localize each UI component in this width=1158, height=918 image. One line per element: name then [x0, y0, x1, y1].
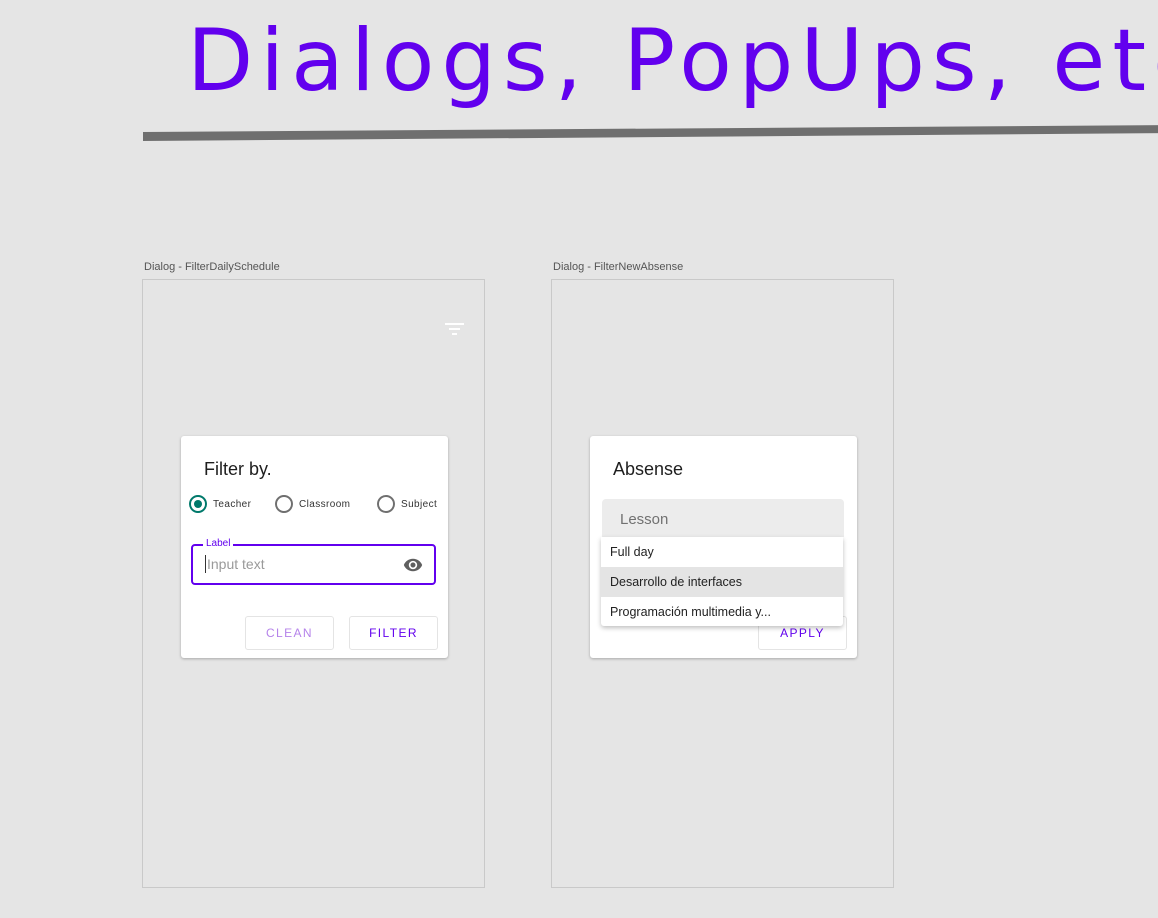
filter-button[interactable]: FILTER — [349, 616, 438, 650]
text-field[interactable]: Label Input text — [191, 537, 436, 585]
filter-radio-group: Teacher Classroom Subject — [189, 494, 444, 514]
radio-label: Subject — [401, 498, 438, 510]
frame-label-filter-new-absense: Dialog - FilterNewAbsense — [553, 261, 684, 273]
text-field-label: Label — [203, 537, 234, 551]
radio-unchecked-icon — [275, 495, 293, 513]
radio-checked-icon — [189, 495, 207, 513]
dropdown-item-full-day[interactable]: Full day — [601, 537, 843, 567]
dropdown-item-programacion-multimedia[interactable]: Programación multimedia y... — [601, 597, 843, 626]
filter-list-icon[interactable] — [445, 322, 464, 336]
clean-button[interactable]: CLEAN — [245, 616, 334, 650]
dialog-title: Filter by. — [204, 459, 272, 479]
radio-label: Teacher — [213, 498, 252, 510]
dropdown-item-desarrollo-de-interfaces[interactable]: Desarrollo de interfaces — [601, 567, 843, 597]
lesson-select[interactable]: Lesson — [602, 499, 844, 537]
dialog-title: Absense — [613, 459, 684, 479]
radio-unchecked-icon — [377, 495, 395, 513]
filter-dialog: Filter by. Teacher Classroom Subject Lab… — [181, 436, 448, 658]
page-title: Dialogs, PopUps, etc — [187, 11, 1158, 111]
title-divider — [143, 125, 1158, 141]
select-placeholder: Lesson — [620, 511, 669, 528]
lesson-dropdown-menu: Full day Desarrollo de interfaces Progra… — [601, 537, 843, 626]
text-field-input[interactable]: Input text — [205, 555, 265, 573]
frame-label-filter-daily-schedule: Dialog - FilterDailySchedule — [144, 261, 280, 273]
absense-dialog: Absense Lesson APPLY Full day Desarrollo… — [590, 436, 857, 658]
radio-label: Classroom — [299, 498, 351, 510]
radio-classroom[interactable]: Classroom — [275, 494, 350, 514]
radio-subject[interactable]: Subject — [377, 494, 437, 514]
radio-teacher[interactable]: Teacher — [189, 494, 251, 514]
eye-icon[interactable] — [402, 555, 424, 575]
